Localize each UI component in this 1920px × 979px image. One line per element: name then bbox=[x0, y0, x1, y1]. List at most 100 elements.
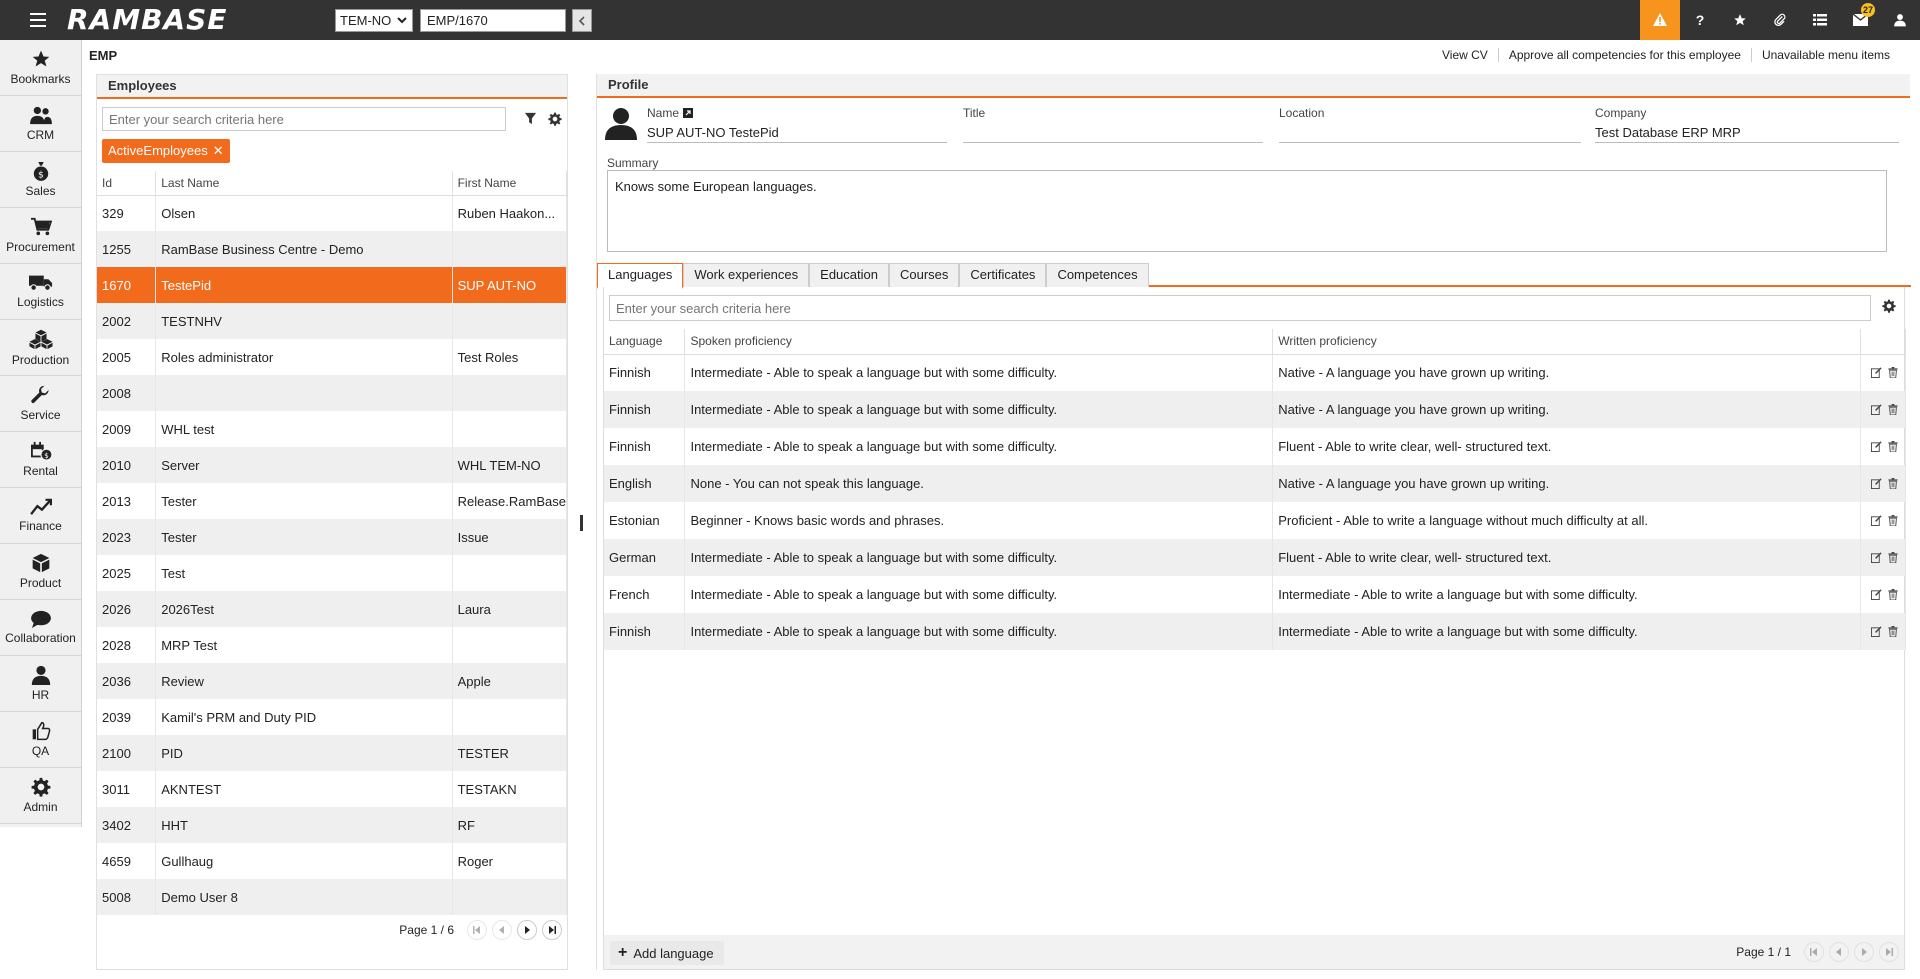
table-row[interactable]: 5008 Demo User 8 bbox=[97, 879, 568, 915]
table-row[interactable]: 1670 TestePid SUP AUT-NO bbox=[97, 267, 568, 303]
table-row[interactable]: 2013 Tester Release.RamBase bbox=[97, 483, 568, 519]
trash-icon[interactable] bbox=[1888, 441, 1898, 452]
nav-item-finance[interactable]: Finance bbox=[0, 488, 81, 544]
nav-item-production[interactable]: Production bbox=[0, 320, 81, 376]
nav-item-sales[interactable]: $ Sales bbox=[0, 152, 81, 208]
gear-icon[interactable] bbox=[548, 112, 562, 126]
tab-competences[interactable]: Competences bbox=[1046, 263, 1149, 287]
column-header-last-name[interactable]: Last Name bbox=[155, 171, 453, 196]
column-header-language[interactable]: Language bbox=[604, 329, 686, 355]
tab-courses[interactable]: Courses bbox=[888, 263, 960, 287]
table-row[interactable]: French Intermediate - Able to speak a lan… bbox=[604, 576, 1907, 613]
languages-search-input[interactable] bbox=[609, 295, 1871, 321]
previous-page-button[interactable] bbox=[1829, 942, 1849, 962]
table-row[interactable]: 2036 Review Apple bbox=[97, 663, 568, 699]
nav-item-crm[interactable]: CRM bbox=[0, 96, 81, 152]
edit-icon[interactable] bbox=[1870, 552, 1882, 563]
table-row[interactable]: Estonian Beginner - Knows basic words and… bbox=[604, 502, 1907, 539]
table-row[interactable]: Finnish Intermediate - Able to speak a la… bbox=[604, 391, 1907, 428]
trash-icon[interactable] bbox=[1888, 515, 1898, 526]
table-row[interactable]: 3402 HHT RF bbox=[97, 807, 568, 843]
table-row[interactable]: English None - You can not speak this lan… bbox=[604, 465, 1907, 502]
table-row[interactable]: 2023 Tester Issue bbox=[97, 519, 568, 555]
nav-item-hr[interactable]: HR bbox=[0, 656, 81, 712]
trash-icon[interactable] bbox=[1888, 626, 1898, 637]
table-row[interactable]: 329 Olsen Ruben Haakon... bbox=[97, 195, 568, 231]
external-link-icon[interactable] bbox=[683, 108, 694, 118]
list-button[interactable] bbox=[1800, 0, 1840, 40]
user-profile-button[interactable] bbox=[1880, 0, 1920, 40]
next-page-button[interactable] bbox=[1854, 942, 1874, 962]
edit-icon[interactable] bbox=[1870, 589, 1882, 600]
table-row[interactable]: 2100 PID TESTER bbox=[97, 735, 568, 771]
column-header-spoken-proficiency[interactable]: Spoken proficiency bbox=[684, 329, 1274, 355]
trash-icon[interactable] bbox=[1888, 478, 1898, 489]
unavailable-menu-items-link[interactable]: Unavailable menu items bbox=[1750, 48, 1900, 62]
tab-work-experiences[interactable]: Work experiences bbox=[683, 263, 810, 287]
nav-item-qa[interactable]: QA bbox=[0, 712, 81, 768]
goto-input[interactable] bbox=[420, 9, 566, 32]
view-cv-link[interactable]: View CV bbox=[1432, 48, 1498, 62]
column-header-written-proficiency[interactable]: Written proficiency bbox=[1272, 329, 1861, 355]
table-row[interactable]: Finnish Intermediate - Able to speak a la… bbox=[604, 428, 1907, 465]
table-row[interactable]: 2002 TESTNHV bbox=[97, 303, 568, 339]
first-page-button[interactable] bbox=[467, 920, 487, 940]
edit-icon[interactable] bbox=[1870, 478, 1882, 489]
table-row[interactable]: 2039 Kamil's PRM and Duty PID bbox=[97, 699, 568, 735]
help-button[interactable]: ? bbox=[1680, 0, 1720, 40]
column-header-first-name[interactable]: First Name bbox=[452, 171, 568, 196]
bookmark-button[interactable] bbox=[1720, 0, 1760, 40]
tab-education[interactable]: Education bbox=[809, 263, 889, 287]
close-icon[interactable]: ✕ bbox=[213, 139, 224, 163]
nav-item-product[interactable]: Product bbox=[0, 544, 81, 600]
table-row[interactable]: 2008 bbox=[97, 375, 568, 411]
hamburger-menu-icon[interactable] bbox=[28, 10, 48, 30]
table-row[interactable]: 2028 MRP Test bbox=[97, 627, 568, 663]
nav-item-bookmarks[interactable]: Bookmarks bbox=[0, 40, 81, 96]
table-row[interactable]: 2025 Test bbox=[97, 555, 568, 591]
gear-icon[interactable] bbox=[1882, 299, 1896, 313]
approve-competencies-link[interactable]: Approve all competencies for this employ… bbox=[1497, 48, 1751, 62]
warning-button[interactable] bbox=[1640, 0, 1680, 40]
nav-item-rental[interactable]: $ Rental bbox=[0, 432, 81, 488]
attachment-button[interactable] bbox=[1760, 0, 1800, 40]
nav-item-logistics[interactable]: Logistics bbox=[0, 264, 81, 320]
trash-icon[interactable] bbox=[1888, 367, 1898, 379]
table-row[interactable]: 4659 Gullhaug Roger bbox=[97, 843, 568, 879]
summary-textarea[interactable]: Knows some European languages. bbox=[607, 170, 1887, 252]
edit-icon[interactable] bbox=[1870, 404, 1882, 415]
company-select[interactable]: TEM-NO bbox=[335, 9, 413, 32]
table-row[interactable]: 2026 2026Test Laura bbox=[97, 591, 568, 627]
edit-icon[interactable] bbox=[1870, 441, 1882, 452]
trash-icon[interactable] bbox=[1888, 404, 1898, 415]
last-page-button[interactable] bbox=[542, 920, 562, 940]
last-page-button[interactable] bbox=[1879, 942, 1899, 962]
tab-certificates[interactable]: Certificates bbox=[959, 263, 1047, 287]
filter-chip-active-employees[interactable]: ActiveEmployees ✕ bbox=[102, 139, 230, 163]
column-header-id[interactable]: Id bbox=[97, 171, 157, 196]
nav-item-collaboration[interactable]: Collaboration bbox=[0, 600, 81, 656]
table-row[interactable]: 1255 RamBase Business Centre - Demo bbox=[97, 231, 568, 267]
table-row[interactable]: Finnish Intermediate - Able to speak a la… bbox=[604, 613, 1907, 650]
table-row[interactable]: 2010 Server WHL TEM-NO bbox=[97, 447, 568, 483]
edit-icon[interactable] bbox=[1870, 626, 1882, 637]
notifications-button[interactable]: 27 bbox=[1840, 0, 1880, 40]
add-language-button[interactable]: + Add language bbox=[610, 941, 724, 965]
edit-icon[interactable] bbox=[1870, 367, 1882, 379]
trash-icon[interactable] bbox=[1888, 552, 1898, 563]
table-row[interactable]: 2005 Roles administrator Test Roles bbox=[97, 339, 568, 375]
table-row[interactable]: German Intermediate - Able to speak a lan… bbox=[604, 539, 1907, 576]
panel-splitter[interactable] bbox=[580, 515, 583, 531]
table-row[interactable]: 2009 WHL test bbox=[97, 411, 568, 447]
employees-search-input[interactable] bbox=[102, 107, 506, 131]
previous-page-button[interactable] bbox=[492, 920, 512, 940]
trash-icon[interactable] bbox=[1888, 589, 1898, 600]
back-button[interactable] bbox=[572, 9, 592, 32]
tab-languages[interactable]: Languages bbox=[597, 263, 684, 289]
first-page-button[interactable] bbox=[1804, 942, 1824, 962]
nav-item-service[interactable]: Service bbox=[0, 376, 81, 432]
filter-icon[interactable] bbox=[524, 112, 537, 125]
nav-item-procurement[interactable]: Procurement bbox=[0, 208, 81, 264]
table-row[interactable]: Finnish Intermediate - Able to speak a la… bbox=[604, 354, 1907, 391]
table-row[interactable]: 3011 AKNTEST TESTAKN bbox=[97, 771, 568, 807]
